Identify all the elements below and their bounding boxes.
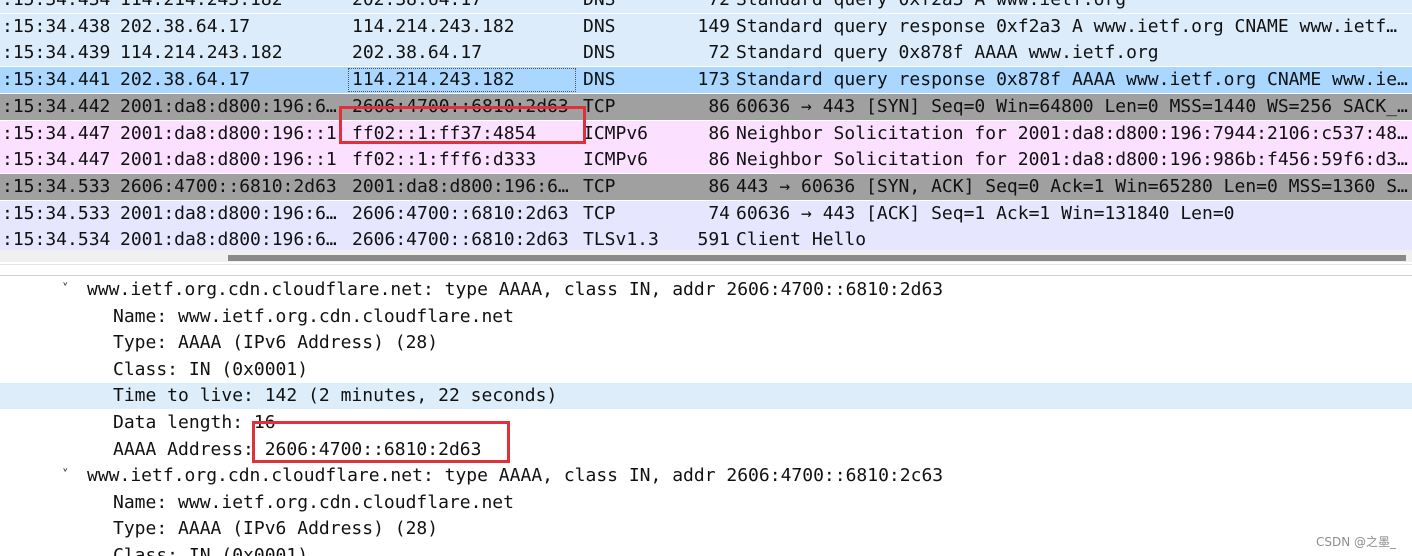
packet-row[interactable]: :15:34.533 2001:da8:d800:196:6… 2606:4700:… — [0, 200, 1412, 227]
protocol-cell: DNS — [583, 69, 616, 91]
time-cell: :15:34.434 — [2, 0, 120, 13]
detail-tree-node[interactable]: ˅ www.ietf.org.cdn.cloudflare.net: type A… — [0, 463, 1412, 489]
source-cell: 202.38.64.17 — [120, 69, 251, 91]
detail-field-row[interactable]: Type: AAAA (IPv6 Address) (28) — [0, 330, 1412, 356]
detail-field-row[interactable]: Type: AAAA (IPv6 Address) (28) — [0, 516, 1412, 542]
protocol-cell: TCP — [583, 175, 616, 197]
info-cell: Standard query response 0xf2a3 A www.iet… — [736, 15, 1398, 37]
packet-row[interactable]: :15:34.447 2001:da8:d800:196::1 ff02::1:ff… — [0, 147, 1412, 174]
protocol-cell: TCP — [583, 202, 616, 224]
destination-cell: 2606:4700::6810:2d63 — [352, 95, 569, 117]
protocol-cell: ICMPv6 — [583, 149, 649, 171]
packet-row[interactable]: :15:34.439 114.214.243.182 202.38.64.17 DNS… — [0, 40, 1412, 67]
detail-field-row[interactable]: AAAA Address: 2606:4700::6810:2d63 — [0, 437, 1412, 463]
packet-row[interactable]: :15:34.441 202.38.64.17 114.214.243.182 DNS… — [0, 67, 1412, 94]
detail-text: Class: IN (0x0001) — [113, 358, 309, 380]
info-cell: Standard query 0x878f AAAA www.ietf.org — [736, 42, 1159, 64]
detail-text: www.ietf.org.cdn.cloudflare.net: type AA… — [87, 279, 944, 300]
length-cell: 149 — [697, 15, 730, 37]
detail-field-row[interactable]: Class: IN (0x0001) — [0, 543, 1412, 556]
destination-cell: 2001:da8:d800:196:6… — [352, 175, 569, 197]
detail-field-row[interactable]: Class: IN (0x0001) — [0, 357, 1412, 383]
detail-text: Type: AAAA (IPv6 Address) (28) — [113, 332, 439, 354]
source-cell: 114.214.243.182 — [120, 42, 283, 64]
protocol-cell: DNS — [583, 42, 616, 64]
source-cell: 2001:da8:d800:196:6… — [120, 95, 337, 117]
packet-row[interactable]: :15:34.447 2001:da8:d800:196::1 ff02::1:ff… — [0, 120, 1412, 147]
destination-cell: 114.214.243.182 — [352, 15, 515, 37]
pane-splitter[interactable] — [0, 264, 1412, 276]
source-cell: 202.38.64.17 — [120, 15, 251, 37]
time-cell: :15:34.533 — [2, 175, 111, 197]
length-cell: 86 — [708, 95, 730, 117]
detail-text: Name: www.ietf.org.cdn.cloudflare.net — [113, 491, 514, 513]
source-cell: 2001:da8:d800:196::1 — [120, 149, 337, 171]
detail-text: Class: IN (0x0001) — [113, 545, 309, 556]
protocol-cell: DNS — [583, 0, 693, 13]
info-cell: Standard query 0xf2a3 A www.ietf.org — [736, 0, 1412, 13]
detail-field-row[interactable]: Name: www.ietf.org.cdn.cloudflare.net — [0, 304, 1412, 330]
info-cell: Neighbor Solicitation for 2001:da8:d800:… — [736, 149, 1408, 171]
detail-field-row[interactable]: Time to live: 142 (2 minutes, 22 seconds… — [0, 383, 1412, 410]
protocol-cell: DNS — [583, 15, 616, 37]
detail-tree-node[interactable]: ˅ www.ietf.org.cdn.cloudflare.net: type A… — [0, 277, 1412, 303]
destination-cell: 202.38.64.17 — [352, 42, 483, 64]
detail-text: Name: www.ietf.org.cdn.cloudflare.net — [113, 305, 514, 327]
chevron-down-icon[interactable]: ˅ — [62, 463, 69, 489]
info-cell: 60636 → 443 [SYN] Seq=0 Win=64800 Len=0 … — [736, 95, 1408, 117]
length-cell: 173 — [697, 69, 730, 91]
packet-row[interactable]: :15:34.533 2606:4700::6810:2d63 2001:da8:d… — [0, 173, 1412, 200]
focused-cell-outline — [348, 68, 576, 93]
detail-text: Type: AAAA (IPv6 Address) (28) — [113, 518, 439, 540]
watermark: CSDN @之墨_ — [1315, 535, 1396, 549]
time-cell: :15:34.442 — [2, 95, 111, 117]
packet-list: :15:34.434114.214.243.182202.38.64.17DNS… — [0, 0, 1412, 262]
length-cell: 86 — [708, 149, 730, 171]
source-cell: 2001:da8:d800:196::1 — [120, 122, 337, 144]
time-cell: :15:34.447 — [2, 122, 111, 144]
scrollbar-thumb[interactable] — [228, 255, 1406, 261]
length-cell: 72 — [688, 0, 730, 13]
packet-details-tree: ˅ www.ietf.org.cdn.cloudflare.net: type A… — [0, 277, 1412, 556]
packet-row[interactable]: :15:34.438 202.38.64.17 114.214.243.182 DNS… — [0, 13, 1412, 40]
horizontal-scrollbar[interactable] — [0, 250, 1412, 262]
time-cell: :15:34.439 — [2, 42, 111, 64]
info-cell: Standard query response 0x878f AAAA www.… — [736, 69, 1408, 91]
time-cell: :15:34.438 — [2, 15, 111, 37]
source-cell: 2606:4700::6810:2d63 — [120, 175, 337, 197]
detail-field-row[interactable]: Data length: 16 — [0, 410, 1412, 436]
time-cell: :15:34.447 — [2, 149, 111, 171]
info-cell: 443 → 60636 [SYN, ACK] Seq=0 Ack=1 Win=6… — [736, 175, 1408, 197]
protocol-cell: TCP — [583, 95, 616, 117]
detail-text: Time to live: 142 (2 minutes, 22 seconds… — [113, 385, 558, 407]
length-cell: 86 — [708, 122, 730, 144]
packet-row[interactable]: :15:34.434114.214.243.182 202.38.64.17 DNS… — [0, 0, 1412, 13]
length-cell: 74 — [708, 202, 730, 224]
source-cell: 2001:da8:d800:196:6… — [120, 202, 337, 224]
detail-field-row[interactable]: Name: www.ietf.org.cdn.cloudflare.net — [0, 490, 1412, 516]
packet-row[interactable]: :15:34.442 2001:da8:d800:196:6… 2606:4700:… — [0, 93, 1412, 120]
detail-text: AAAA Address: 2606:4700::6810:2d63 — [113, 438, 482, 460]
time-cell: :15:34.533 — [2, 202, 111, 224]
detail-text: www.ietf.org.cdn.cloudflare.net: type AA… — [87, 465, 944, 487]
destination-cell: ff02::1:fff6:d333 — [352, 149, 537, 171]
detail-text: Data length: 16 — [113, 412, 276, 433]
destination-cell: ff02::1:ff37:4854 — [352, 122, 537, 144]
length-cell: 86 — [708, 175, 730, 197]
info-cell: Neighbor Solicitation for 2001:da8:d800:… — [736, 122, 1408, 144]
time-cell: :15:34.441 — [2, 69, 111, 91]
source-cell: 114.214.243.182 — [120, 0, 346, 13]
destination-cell: 2606:4700::6810:2d63 — [352, 202, 569, 224]
chevron-down-icon[interactable]: ˅ — [62, 277, 69, 303]
info-cell: 60636 → 443 [ACK] Seq=1 Ack=1 Win=131840… — [736, 202, 1235, 224]
length-cell: 72 — [708, 42, 730, 64]
destination-cell: 202.38.64.17 — [352, 0, 578, 13]
protocol-cell: ICMPv6 — [583, 122, 649, 144]
